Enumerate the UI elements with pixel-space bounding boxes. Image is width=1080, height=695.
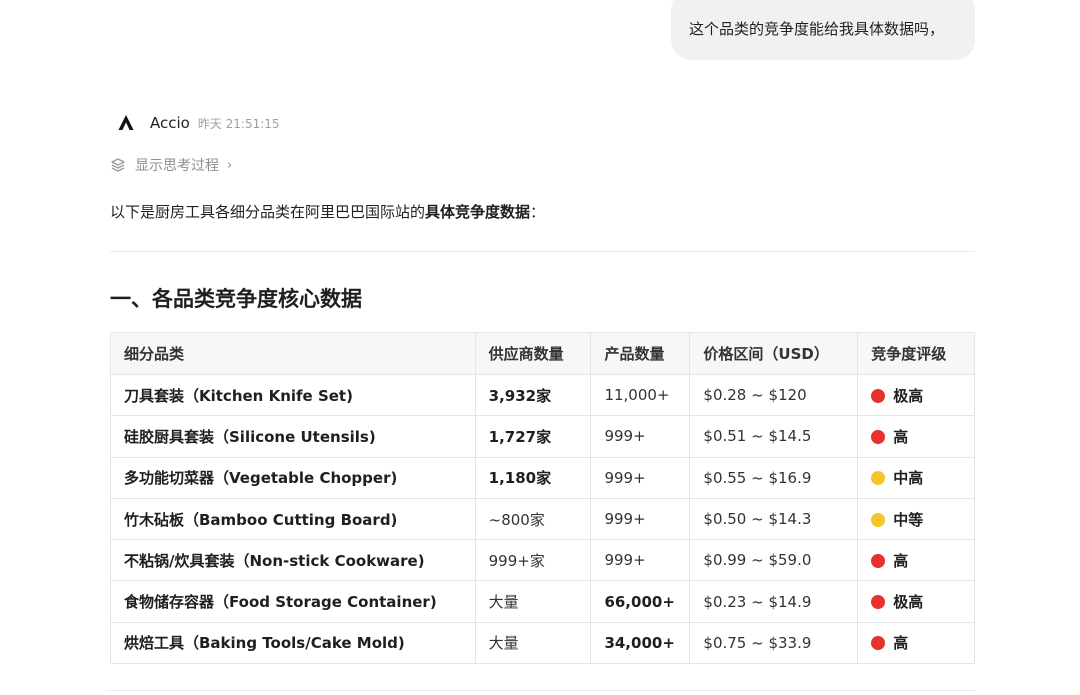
price-cell: $0.99 ~ $59.0: [689, 539, 859, 582]
assistant-header: Accio 昨天 21:51:15: [116, 113, 280, 133]
header-rating: 竞争度评级: [857, 332, 975, 375]
rating-label: 极高: [893, 593, 924, 612]
rating-cell: 极高: [857, 580, 975, 623]
products-cell: 66,000+: [590, 580, 691, 623]
table-row: 不粘锅/炊具套装（Non-stick Cookware) 999+家 999+ $0.…: [110, 539, 975, 582]
rating-dot-icon: [871, 512, 886, 527]
category-cell: 食物储存容器（Food Storage Container): [110, 580, 476, 623]
rating-label: 高: [893, 634, 909, 653]
rating-label: 中高: [893, 469, 924, 488]
products-cell: 11,000+: [590, 373, 691, 417]
rating-dot-icon: [871, 553, 886, 568]
products-cell: 999+: [590, 497, 691, 541]
suppliers-cell: ~800家: [474, 497, 592, 541]
price-cell: $0.23 ~ $14.9: [689, 580, 859, 623]
show-thinking-label: 显示思考过程: [135, 158, 219, 174]
rating-dot-icon: [871, 595, 886, 610]
suppliers-cell: 大量: [474, 580, 592, 623]
products-cell: 999+: [590, 539, 691, 582]
category-cell: 竹木砧板（Bamboo Cutting Board): [110, 497, 476, 541]
intro-bold: 具体竞争度数据: [425, 203, 531, 221]
rating-label: 高: [893, 551, 909, 570]
header-suppliers: 供应商数量: [474, 332, 592, 375]
suppliers-cell: 1,727家: [474, 415, 592, 458]
rating-label: 高: [893, 427, 909, 446]
products-cell: 999+: [590, 415, 691, 458]
message-timestamp: 昨天 21:51:15: [197, 116, 280, 131]
suppliers-cell: 大量: [474, 621, 592, 665]
table-row: 食物储存容器（Food Storage Container) 大量 66,000+ $…: [110, 580, 975, 623]
table-header-row: 细分品类 供应商数量 产品数量 价格区间（USD） 竞争度评级: [110, 332, 975, 375]
chevron-right-icon: ›: [227, 157, 233, 173]
header-category: 细分品类: [110, 332, 476, 375]
competition-table: 细分品类 供应商数量 产品数量 价格区间（USD） 竞争度评级 刀具套装（Kit…: [110, 332, 975, 665]
suppliers-cell: 999+家: [474, 539, 592, 582]
suppliers-cell: 3,932家: [474, 373, 592, 417]
price-cell: $0.50 ~ $14.3: [689, 497, 859, 541]
intro-suffix: ：: [530, 203, 546, 221]
rating-cell: 高: [857, 539, 975, 582]
section-title: 一、各品类竞争度核心数据: [110, 287, 362, 311]
intro-prefix: 以下是厨房工具各细分品类在阿里巴巴国际站的: [110, 203, 426, 221]
price-cell: $0.55 ~ $16.9: [689, 456, 859, 499]
rating-cell: 中高: [857, 456, 975, 499]
category-cell: 不粘锅/炊具套装（Non-stick Cookware): [110, 539, 476, 582]
rating-cell: 高: [857, 415, 975, 458]
products-cell: 999+: [590, 456, 691, 499]
table-row: 烘焙工具（Baking Tools/Cake Mold) 大量 34,000+ $0.…: [110, 621, 975, 665]
rating-label: 极高: [893, 386, 924, 405]
table-row: 硅胶厨具套装（Silicone Utensils) 1,727家 999+ $0.51…: [110, 415, 975, 458]
accio-logo-icon: [116, 113, 136, 133]
rating-dot-icon: [871, 388, 886, 403]
table-row: 刀具套装（Kitchen Knife Set) 3,932家 11,000+ $0.2…: [110, 373, 975, 417]
table-row: 多功能切菜器（Vegetable Chopper) 1,180家 999+ $0.55…: [110, 456, 975, 499]
rating-cell: 极高: [857, 373, 975, 417]
header-products: 产品数量: [590, 332, 691, 375]
category-cell: 刀具套装（Kitchen Knife Set): [110, 373, 476, 417]
suppliers-cell: 1,180家: [474, 456, 592, 499]
rating-cell: 中等: [857, 497, 975, 541]
intro-text: 以下是厨房工具各细分品类在阿里巴巴国际站的具体竞争度数据：: [110, 201, 545, 222]
rating-cell: 高: [857, 621, 975, 665]
price-cell: $0.28 ~ $120: [689, 373, 859, 417]
divider: [110, 690, 975, 691]
category-cell: 烘焙工具（Baking Tools/Cake Mold): [110, 621, 476, 665]
rating-dot-icon: [871, 429, 886, 444]
header-price: 价格区间（USD）: [689, 332, 859, 375]
price-cell: $0.75 ~ $33.9: [689, 621, 859, 665]
layers-icon: [110, 157, 126, 173]
user-message-bubble: 这个品类的竞争度能给我具体数据吗，: [671, 0, 975, 60]
rating-label: 中等: [893, 510, 924, 529]
divider: [110, 251, 975, 252]
category-cell: 硅胶厨具套装（Silicone Utensils): [110, 415, 476, 458]
assistant-name: Accio: [150, 114, 190, 132]
user-message-text: 这个品类的竞争度能给我具体数据吗，: [689, 19, 945, 38]
table-row: 竹木砧板（Bamboo Cutting Board) ~800家 999+ $0.50…: [110, 497, 975, 541]
show-thinking-toggle[interactable]: 显示思考过程 ›: [110, 155, 232, 175]
products-cell: 34,000+: [590, 621, 691, 665]
rating-dot-icon: [871, 636, 886, 651]
price-cell: $0.51 ~ $14.5: [689, 415, 859, 458]
category-cell: 多功能切菜器（Vegetable Chopper): [110, 456, 476, 499]
rating-dot-icon: [871, 471, 886, 486]
